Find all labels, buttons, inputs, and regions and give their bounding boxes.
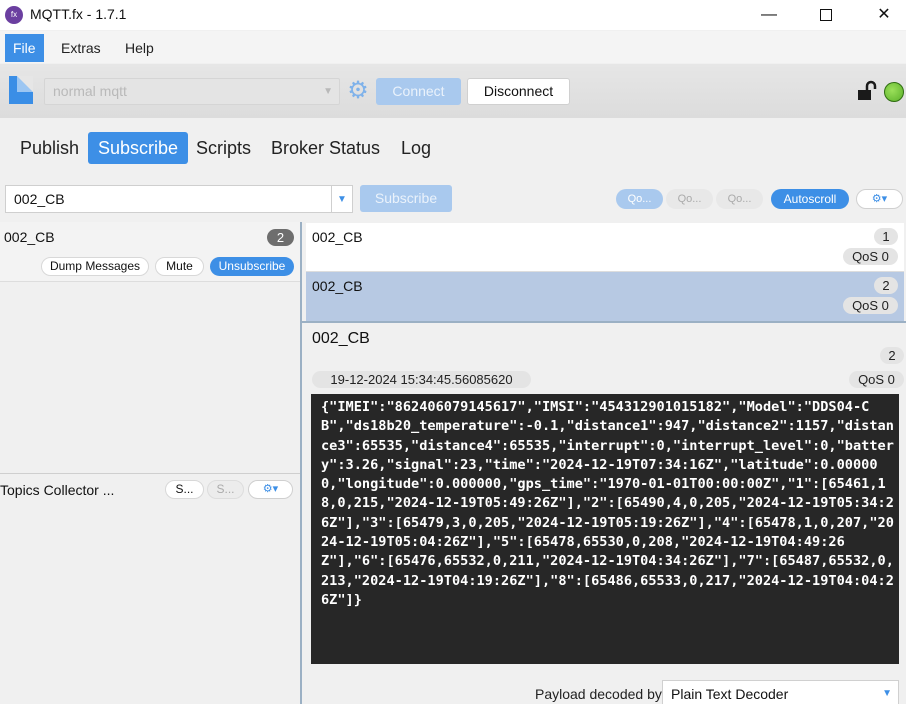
- maximize-button[interactable]: [797, 0, 855, 30]
- chevron-down-icon: ▼: [323, 86, 333, 97]
- gears-icon: ⚙▾: [262, 483, 279, 495]
- unlocked-padlock-icon: [858, 80, 877, 100]
- qos2-button[interactable]: Qo...: [716, 189, 763, 209]
- message-topic: 002_CB: [312, 229, 363, 245]
- connection-profile-value: normal mqtt: [53, 83, 127, 99]
- menu-bar: File Extras Help: [0, 31, 906, 63]
- message-list-item[interactable]: 002_CB 1 QoS 0: [306, 223, 904, 272]
- message-qos: QoS 0: [843, 297, 898, 314]
- disconnect-button[interactable]: Disconnect: [467, 78, 570, 105]
- minimize-button[interactable]: —: [740, 0, 798, 30]
- unsubscribe-button[interactable]: Unsubscribe: [210, 257, 294, 276]
- detail-divider[interactable]: [302, 321, 906, 323]
- topic-history-dropdown[interactable]: ▼: [332, 185, 353, 213]
- menu-help[interactable]: Help: [117, 34, 162, 62]
- connect-button[interactable]: Connect: [376, 78, 461, 105]
- detail-timestamp: 19-12-2024 15:34:45.56085620: [312, 371, 531, 388]
- close-button[interactable]: ✕: [855, 0, 906, 30]
- connection-profile-select[interactable]: normal mqtt ▼: [44, 78, 340, 105]
- dump-messages-button[interactable]: Dump Messages: [41, 257, 149, 276]
- detail-message-number: 2: [880, 347, 904, 364]
- main-tabs: Publish Subscribe Scripts Broker Status …: [0, 119, 906, 177]
- message-topic: 002_CB: [312, 278, 363, 294]
- message-number: 1: [874, 228, 898, 245]
- new-profile-document-icon[interactable]: [9, 76, 33, 104]
- message-qos: QoS 0: [843, 248, 898, 265]
- collector-divider: [0, 473, 300, 474]
- maximize-icon: [820, 8, 832, 21]
- tab-scripts[interactable]: Scripts: [186, 132, 261, 164]
- mqttfx-logo-icon: fx: [5, 6, 23, 24]
- connection-status-indicator: [884, 82, 904, 102]
- payload-decoded-by-label: Payload decoded by: [535, 686, 662, 702]
- tab-log[interactable]: Log: [391, 132, 441, 164]
- payload-decoder-select[interactable]: Plain Text Decoder ▼: [662, 680, 899, 704]
- mute-button[interactable]: Mute: [155, 257, 204, 276]
- title-bar: fx MQTT.fx - 1.7.1 — ✕: [0, 0, 906, 30]
- subscribe-button[interactable]: Subscribe: [360, 185, 452, 212]
- window-title: MQTT.fx - 1.7.1: [30, 6, 127, 22]
- topics-collector-stop-button[interactable]: S...: [207, 480, 244, 499]
- subscribe-topic-input[interactable]: 002_CB: [5, 185, 332, 213]
- gear-icon[interactable]: ⚙: [346, 78, 370, 104]
- payload-text-area[interactable]: {"IMEI":"862406079145617","IMSI":"454312…: [311, 394, 899, 664]
- detail-qos: QoS 0: [849, 371, 904, 388]
- tab-broker-status[interactable]: Broker Status: [261, 132, 390, 164]
- subscribe-options-button[interactable]: ⚙▾: [856, 189, 903, 209]
- message-list-item-selected[interactable]: 002_CB 2 QoS 0: [306, 272, 904, 321]
- qos0-button[interactable]: Qo...: [616, 189, 663, 209]
- message-number: 2: [874, 277, 898, 294]
- autoscroll-button[interactable]: Autoscroll: [771, 189, 849, 209]
- chevron-down-icon: ▼: [882, 688, 892, 699]
- payload-decoder-value: Plain Text Decoder: [671, 686, 789, 702]
- tab-subscribe[interactable]: Subscribe: [88, 132, 189, 164]
- subscriptions-panel: [0, 222, 300, 704]
- detail-topic: 002_CB: [312, 330, 370, 347]
- subscription-topic: 002_CB: [4, 229, 55, 245]
- menu-extras[interactable]: Extras: [53, 34, 109, 62]
- menu-file[interactable]: File: [5, 34, 44, 62]
- gears-icon: ⚙▾: [871, 193, 888, 205]
- topics-collector-title: Topics Collector ...: [0, 482, 115, 498]
- tab-publish[interactable]: Publish: [10, 132, 89, 164]
- split-pane-divider[interactable]: [300, 222, 302, 704]
- topics-collector-options-button[interactable]: ⚙▾: [248, 480, 293, 499]
- subscription-message-count: 2: [267, 229, 294, 246]
- topics-collector-scan-button[interactable]: S...: [165, 480, 204, 499]
- qos1-button[interactable]: Qo...: [666, 189, 713, 209]
